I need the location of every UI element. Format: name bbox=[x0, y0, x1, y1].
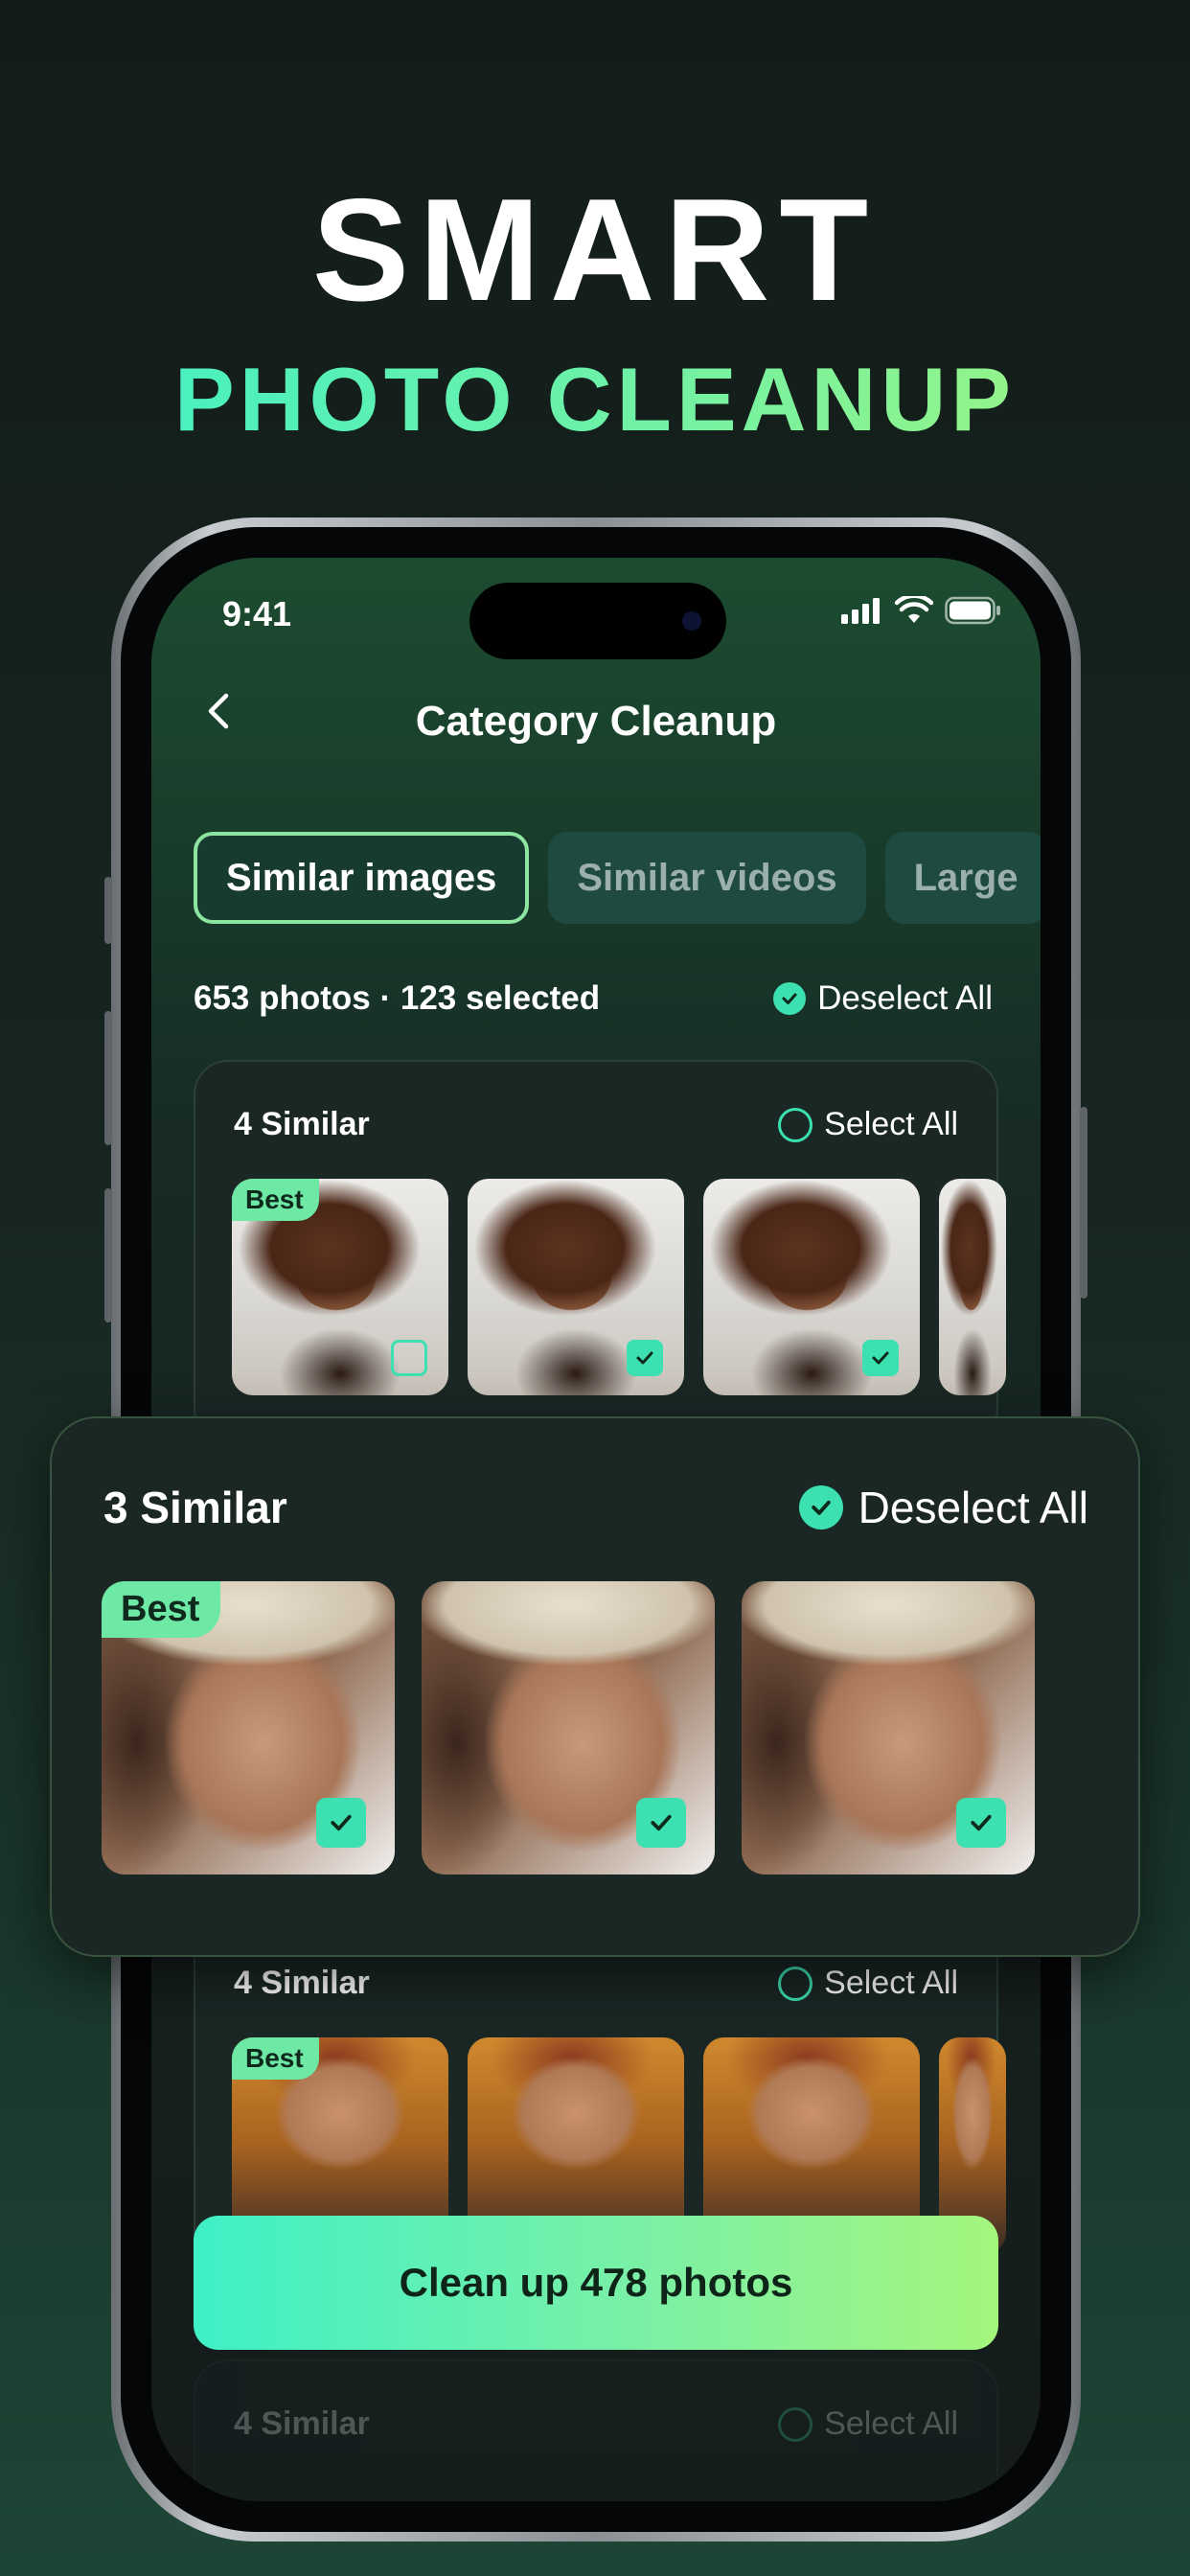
select-all-button[interactable]: Select All bbox=[778, 1965, 958, 2002]
selection-summary: 653 photos · 123 selected bbox=[194, 979, 601, 1017]
clean-up-button[interactable]: Clean up 478 photos bbox=[194, 2216, 998, 2350]
empty-circle-icon bbox=[778, 1107, 813, 1142]
status-time: 9:41 bbox=[222, 594, 292, 633]
phone-side-button bbox=[104, 877, 112, 944]
select-all-button[interactable]: Select All bbox=[778, 2405, 958, 2443]
checkbox-checked-icon[interactable] bbox=[862, 1340, 899, 1376]
similar-group-popup: 3 Similar Deselect All Best bbox=[50, 1416, 1140, 1957]
photo-thumbnail[interactable] bbox=[468, 1179, 684, 1395]
signal-icon bbox=[841, 598, 880, 624]
photo-thumbnail[interactable] bbox=[742, 1581, 1035, 1874]
check-circle-icon bbox=[773, 982, 807, 1015]
popup-title: 3 Similar bbox=[103, 1483, 287, 1532]
deselect-all-label: Deselect All bbox=[858, 1483, 1088, 1532]
select-all-label: Select All bbox=[824, 1965, 958, 2001]
phone-volume-down-button bbox=[104, 1188, 112, 1322]
thumbnail-row: Best bbox=[232, 1179, 1006, 1395]
deselect-all-label: Deselect All bbox=[817, 979, 993, 1017]
battery-icon bbox=[945, 596, 1000, 625]
status-icons bbox=[841, 596, 1002, 625]
group-title: 4 Similar bbox=[234, 2405, 370, 2442]
photo-thumbnail[interactable] bbox=[422, 1581, 715, 1874]
checkbox-checked-icon[interactable] bbox=[636, 1798, 686, 1848]
empty-circle-icon bbox=[778, 1966, 813, 2001]
similar-group-card: 4 Similar Select All bbox=[194, 2359, 998, 2501]
check-circle-icon bbox=[798, 1485, 843, 1530]
phone-power-button bbox=[1080, 1107, 1087, 1299]
select-all-button[interactable]: Select All bbox=[778, 1106, 958, 1143]
headline-photo-cleanup: PHOTO CLEANUP bbox=[0, 355, 1190, 445]
photo-thumbnail[interactable] bbox=[939, 1179, 1006, 1395]
empty-circle-icon bbox=[778, 2406, 813, 2442]
checkbox-checked-icon[interactable] bbox=[956, 1798, 1006, 1848]
group-title: 4 Similar bbox=[234, 1106, 370, 1142]
category-tabs: Similar images Similar videos Large bbox=[194, 832, 1041, 924]
thumbnail-row: Best bbox=[102, 1581, 1035, 1874]
similar-group-card: 4 Similar Select All Best bbox=[194, 1060, 1006, 1443]
dynamic-island bbox=[469, 583, 726, 659]
checkbox-checked-icon[interactable] bbox=[316, 1798, 366, 1848]
deselect-all-button[interactable]: Deselect All bbox=[798, 1482, 1088, 1533]
best-badge: Best bbox=[232, 1179, 319, 1221]
tab-similar-videos[interactable]: Similar videos bbox=[548, 832, 866, 924]
best-badge: Best bbox=[232, 2037, 319, 2080]
photo-thumbnail[interactable]: Best bbox=[232, 1179, 448, 1395]
select-all-label: Select All bbox=[824, 1106, 958, 1142]
camera-icon bbox=[682, 611, 701, 631]
deselect-all-button[interactable]: Deselect All bbox=[773, 979, 993, 1018]
group-title: 4 Similar bbox=[234, 1965, 370, 2001]
select-all-label: Select All bbox=[824, 2405, 958, 2442]
tab-large[interactable]: Large bbox=[884, 832, 1041, 924]
page-title: Category Cleanup bbox=[415, 698, 777, 745]
best-badge: Best bbox=[102, 1581, 221, 1638]
photo-thumbnail[interactable] bbox=[703, 1179, 920, 1395]
headline-smart: SMART bbox=[311, 169, 879, 332]
tab-similar-images[interactable]: Similar images bbox=[194, 832, 530, 924]
phone-volume-up-button bbox=[104, 1011, 112, 1145]
checkbox-checked-icon[interactable] bbox=[627, 1340, 663, 1376]
photo-thumbnail[interactable]: Best bbox=[102, 1581, 395, 1874]
unchecked-box-icon[interactable] bbox=[391, 1340, 427, 1376]
wifi-icon bbox=[895, 596, 933, 623]
